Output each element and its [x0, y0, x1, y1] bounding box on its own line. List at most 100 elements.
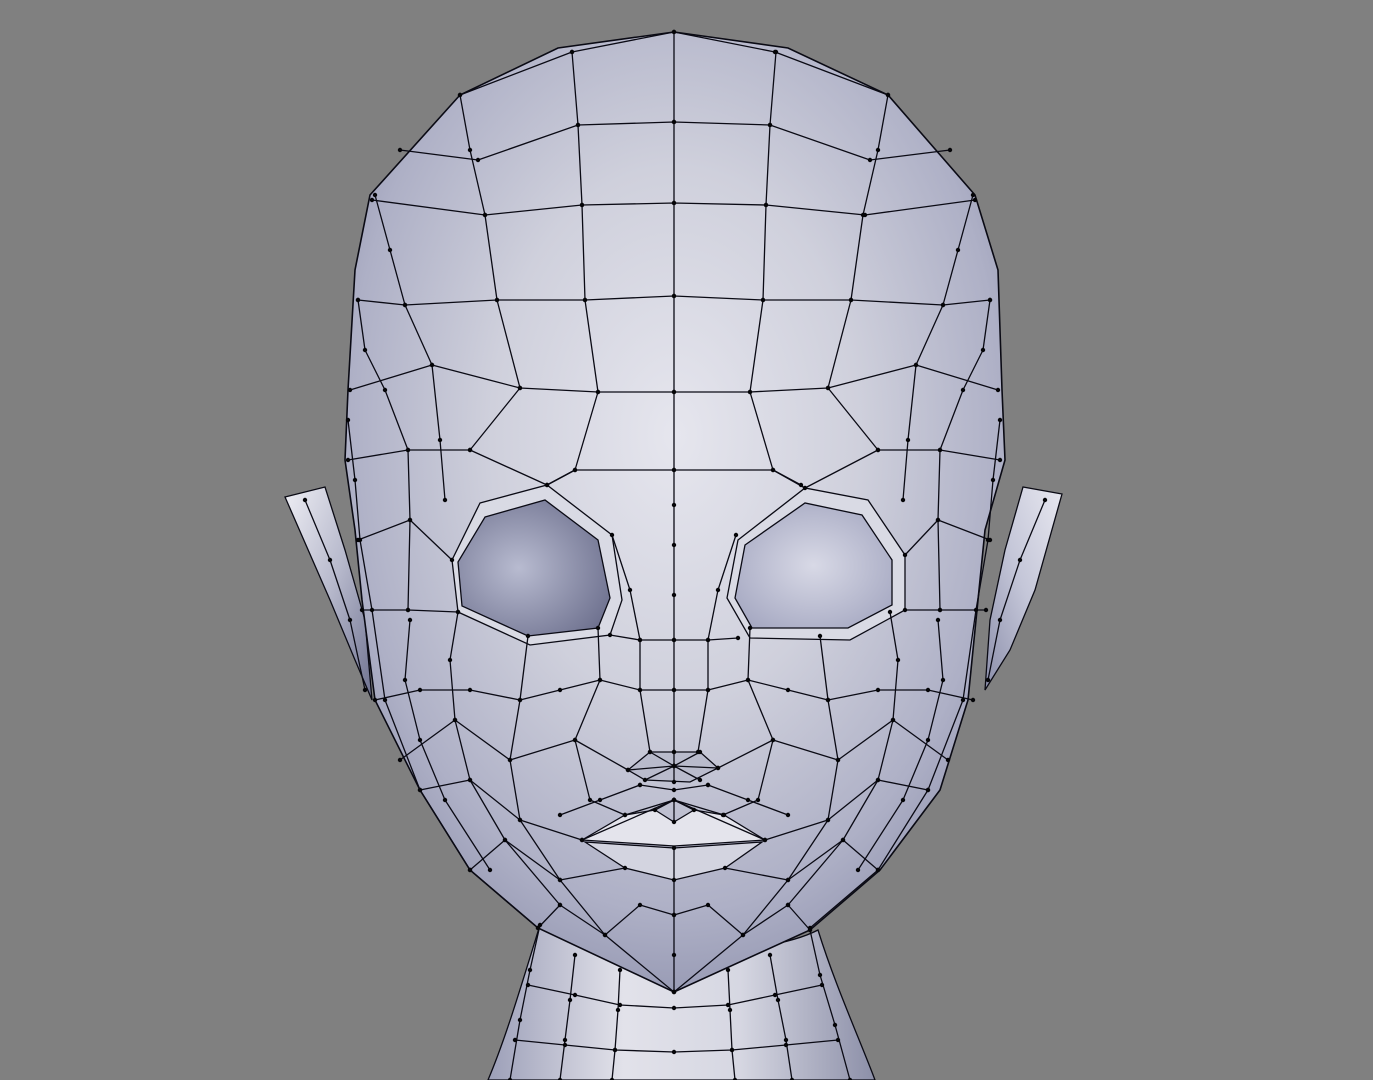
mesh-vertex	[622, 865, 628, 871]
mesh-vertex	[625, 767, 631, 773]
mesh-vertex	[345, 417, 351, 423]
mesh-vertex	[990, 477, 996, 483]
mesh-vertex	[785, 687, 791, 693]
mesh-canvas[interactable]	[0, 0, 1373, 1080]
mesh-vertex	[671, 467, 677, 473]
mesh-vertex	[727, 1007, 733, 1013]
mesh-vertex	[671, 819, 677, 825]
mesh-vertex	[617, 1002, 623, 1008]
mesh-vertex	[671, 749, 677, 755]
mesh-vertex	[947, 147, 953, 153]
mesh-vertex	[562, 1042, 568, 1048]
mesh-vertex	[890, 717, 896, 723]
mesh-vertex	[617, 967, 623, 973]
mesh-vertex	[848, 297, 854, 303]
mesh-vertex	[671, 1005, 677, 1011]
mesh-vertex	[705, 782, 711, 788]
mesh-vertex	[402, 677, 408, 683]
mesh-vertex	[970, 192, 976, 198]
mesh-vertex	[557, 902, 563, 908]
mesh-vertex	[512, 1037, 518, 1043]
mesh-vertex	[442, 797, 448, 803]
mesh-vertex	[612, 1047, 618, 1053]
mesh-vertex	[417, 737, 423, 743]
mesh-vertex	[355, 537, 361, 543]
mesh-vertex	[637, 902, 643, 908]
mesh-vertex	[517, 817, 523, 823]
mesh-vertex	[875, 447, 881, 453]
mesh-vertex	[622, 812, 628, 818]
mesh-vertex	[467, 687, 473, 693]
mesh-vertex	[955, 247, 961, 253]
mesh-vertex	[567, 997, 573, 1003]
mesh-vertex	[429, 362, 435, 368]
mesh-vertex	[671, 763, 677, 769]
mesh-vertex	[875, 867, 881, 873]
mesh-vertex	[980, 347, 986, 353]
mesh-vertex	[352, 477, 358, 483]
mesh-vertex	[671, 952, 677, 958]
mesh-vertex	[671, 989, 677, 995]
mesh-vertex	[997, 617, 1003, 623]
mesh-vertex	[832, 1022, 838, 1028]
mesh-vertex	[359, 607, 365, 613]
mesh-vertex	[747, 389, 753, 395]
mesh-vertex	[527, 967, 533, 973]
mesh-vertex	[855, 867, 861, 873]
mesh-vertex	[557, 812, 563, 818]
mesh-vertex	[671, 912, 677, 918]
mesh-vertex	[494, 297, 500, 303]
mesh-vertex	[671, 29, 677, 35]
mesh-vertex	[817, 972, 823, 978]
mesh-vertex	[642, 777, 648, 783]
mesh-vertex	[671, 877, 677, 883]
mesh-vertex	[467, 777, 473, 783]
mesh-vertex	[602, 932, 608, 938]
mesh-vertex	[327, 557, 333, 563]
mesh-vertex	[900, 797, 906, 803]
mesh-vertex	[733, 532, 739, 538]
mesh-vertex	[671, 502, 677, 508]
mesh-vertex	[417, 687, 423, 693]
mesh-vertex	[671, 293, 677, 299]
mesh-vertex	[772, 992, 778, 998]
mesh-vertex	[697, 749, 703, 755]
mesh-vertex	[387, 247, 393, 253]
mesh-vertex	[935, 617, 941, 623]
mesh-vertex	[627, 587, 633, 593]
mesh-vertex	[875, 687, 881, 693]
mesh-vertex	[945, 757, 951, 763]
mesh-vertex	[767, 952, 773, 958]
mesh-vertex	[867, 157, 873, 163]
mesh-vertex	[745, 797, 751, 803]
mesh-vertex	[755, 797, 761, 803]
mesh-vertex	[835, 757, 841, 763]
mesh-vertex	[347, 387, 353, 393]
mesh-vertex	[572, 467, 578, 473]
mesh-vertex	[770, 737, 776, 743]
mesh-vertex	[382, 697, 388, 703]
mesh-vertex	[887, 609, 893, 615]
mesh-vertex	[525, 982, 531, 988]
mesh-vertex	[482, 212, 488, 218]
mesh-vertex	[772, 49, 778, 55]
mesh-vertex	[819, 982, 825, 988]
mesh-vertex	[740, 932, 746, 938]
mesh-vertex	[725, 1002, 731, 1008]
mesh-vertex	[825, 697, 831, 703]
mesh-vertex	[637, 687, 643, 693]
mesh-vertex	[705, 687, 711, 693]
mesh-vertex	[355, 297, 361, 303]
mesh-vertex	[785, 812, 791, 818]
mesh-vertex	[940, 677, 946, 683]
mesh-vertex	[705, 637, 711, 643]
mesh-vertex	[970, 697, 976, 703]
mesh-vertex	[940, 302, 946, 308]
mesh-vertex	[875, 777, 881, 783]
mesh-vertex	[798, 482, 804, 488]
mesh-vertex	[995, 387, 1001, 393]
mesh-vertex	[557, 877, 563, 883]
3d-viewport[interactable]	[0, 0, 1373, 1080]
mesh-vertex	[817, 633, 823, 639]
mesh-vertex	[960, 697, 966, 703]
